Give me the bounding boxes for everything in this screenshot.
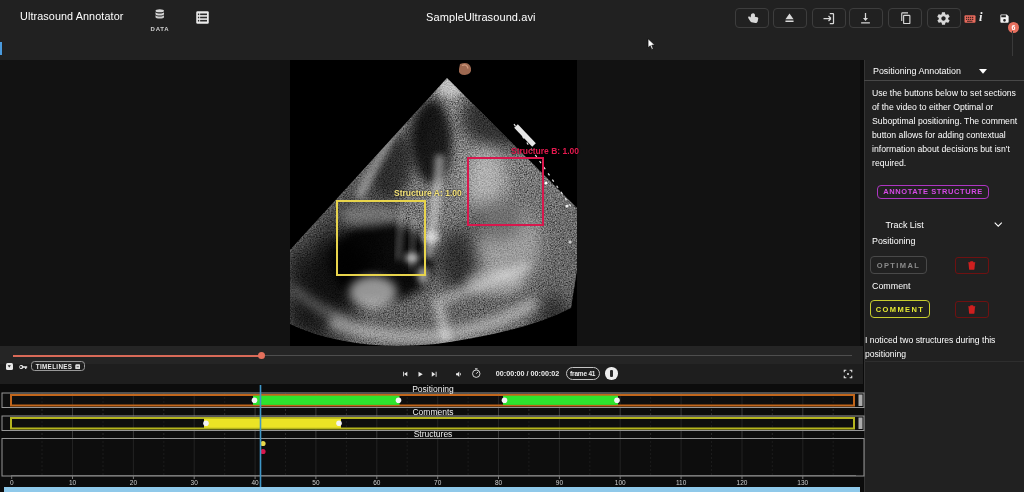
svg-text:40: 40: [251, 479, 259, 486]
svg-text:10: 10: [69, 479, 77, 486]
svg-text:30: 30: [191, 479, 199, 486]
svg-text:120: 120: [737, 479, 748, 486]
svg-text:110: 110: [676, 479, 687, 486]
svg-text:90: 90: [556, 479, 564, 486]
svg-text:50: 50: [312, 479, 320, 486]
svg-text:60: 60: [373, 479, 381, 486]
svg-text:20: 20: [130, 479, 138, 486]
svg-text:100: 100: [615, 479, 626, 486]
svg-text:0: 0: [10, 479, 14, 486]
svg-text:80: 80: [495, 479, 503, 486]
svg-text:70: 70: [434, 479, 442, 486]
svg-text:130: 130: [797, 479, 808, 486]
